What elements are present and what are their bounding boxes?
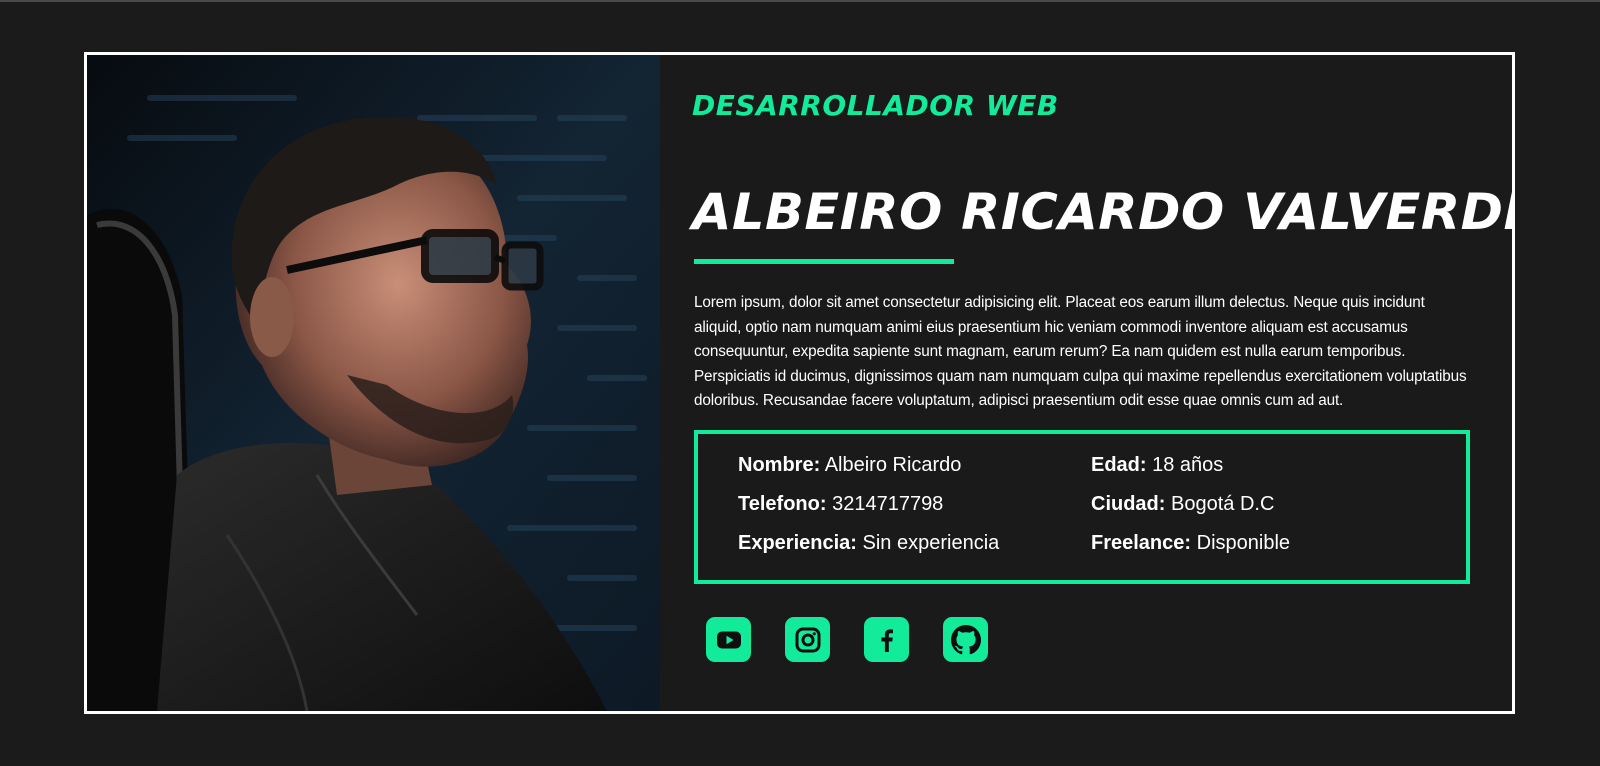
social-links	[706, 617, 988, 662]
info-telefono: Telefono: 3214717798	[738, 491, 999, 518]
github-icon	[950, 624, 981, 655]
facebook-link[interactable]	[864, 617, 909, 662]
youtube-link[interactable]	[706, 617, 751, 662]
info-telefono-value: 3214717798	[832, 493, 944, 515]
facebook-icon	[872, 625, 902, 655]
info-ciudad-value: Bogotá D.C	[1171, 493, 1275, 515]
info-experiencia: Experiencia: Sin experiencia	[738, 530, 999, 557]
profile-photo	[87, 55, 660, 711]
info-column-left: Nombre: Albeiro Ricardo Telefono: 321471…	[738, 452, 999, 557]
job-title: DESARROLLADOR WEB	[692, 89, 1059, 122]
info-edad-label: Edad:	[1091, 454, 1147, 476]
info-nombre: Nombre: Albeiro Ricardo	[738, 452, 999, 479]
youtube-icon	[714, 625, 744, 655]
profile-card: DESARROLLADOR WEB ALBEIRO RICARDO VALVER…	[84, 52, 1515, 714]
person-name: ALBEIRO RICARDO VALVERDE	[692, 183, 1515, 241]
info-telefono-label: Telefono:	[738, 493, 827, 515]
info-freelance-value: Disponible	[1196, 532, 1291, 554]
info-freelance: Freelance: Disponible	[1091, 530, 1290, 557]
profile-content: DESARROLLADOR WEB ALBEIRO RICARDO VALVER…	[692, 55, 1512, 711]
info-column-right: Edad: 18 años Ciudad: Bogotá D.C Freelan…	[1091, 452, 1290, 557]
window-top-border	[0, 0, 1600, 2]
bio-paragraph: Lorem ipsum, dolor sit amet consectetur …	[694, 294, 1467, 409]
instagram-link[interactable]	[785, 617, 830, 662]
info-nombre-label: Nombre:	[738, 454, 821, 476]
info-box: Nombre: Albeiro Ricardo Telefono: 321471…	[694, 430, 1470, 584]
info-experiencia-label: Experiencia:	[738, 532, 857, 554]
info-nombre-value: Albeiro Ricardo	[824, 454, 962, 476]
info-ciudad: Ciudad: Bogotá D.C	[1091, 491, 1290, 518]
info-edad-value: 18 años	[1152, 454, 1224, 476]
instagram-icon	[793, 625, 823, 655]
info-freelance-label: Freelance:	[1091, 532, 1192, 554]
info-edad: Edad: 18 años	[1091, 452, 1290, 479]
info-ciudad-label: Ciudad:	[1091, 493, 1166, 515]
name-underline	[694, 259, 954, 264]
info-experiencia-value: Sin experiencia	[862, 532, 1000, 554]
github-link[interactable]	[943, 617, 988, 662]
